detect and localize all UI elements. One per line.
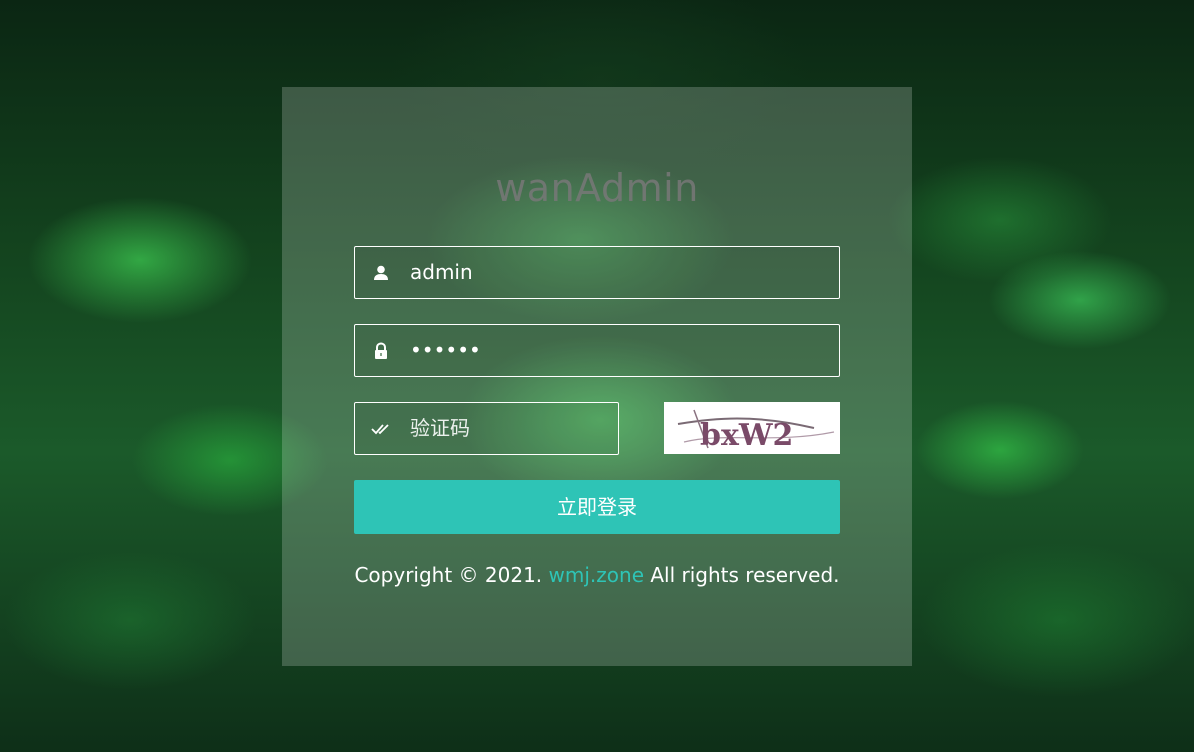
password-value: •••••• [410, 338, 481, 362]
captcha-text: bxW2 [700, 418, 793, 453]
user-icon [371, 263, 391, 283]
password-field[interactable]: •••••• [354, 324, 840, 377]
captcha-placeholder: 验证码 [410, 416, 470, 440]
app-title: wanAdmin [495, 166, 699, 210]
captcha-image[interactable]: bxW2 [664, 402, 840, 454]
captcha-field[interactable]: 验证码 [354, 402, 619, 455]
copyright-prefix: Copyright © 2021. [354, 563, 543, 587]
double-check-icon [371, 419, 391, 439]
site-link[interactable]: wmj.zone [549, 563, 644, 587]
copyright-suffix: All rights reserved. [650, 563, 840, 587]
copyright: Copyright © 2021. wmj.zone All rights re… [282, 563, 912, 587]
login-button[interactable]: 立即登录 [354, 480, 840, 534]
username-field[interactable]: admin [354, 246, 840, 299]
username-value: admin [410, 260, 473, 284]
lock-icon [371, 341, 391, 361]
